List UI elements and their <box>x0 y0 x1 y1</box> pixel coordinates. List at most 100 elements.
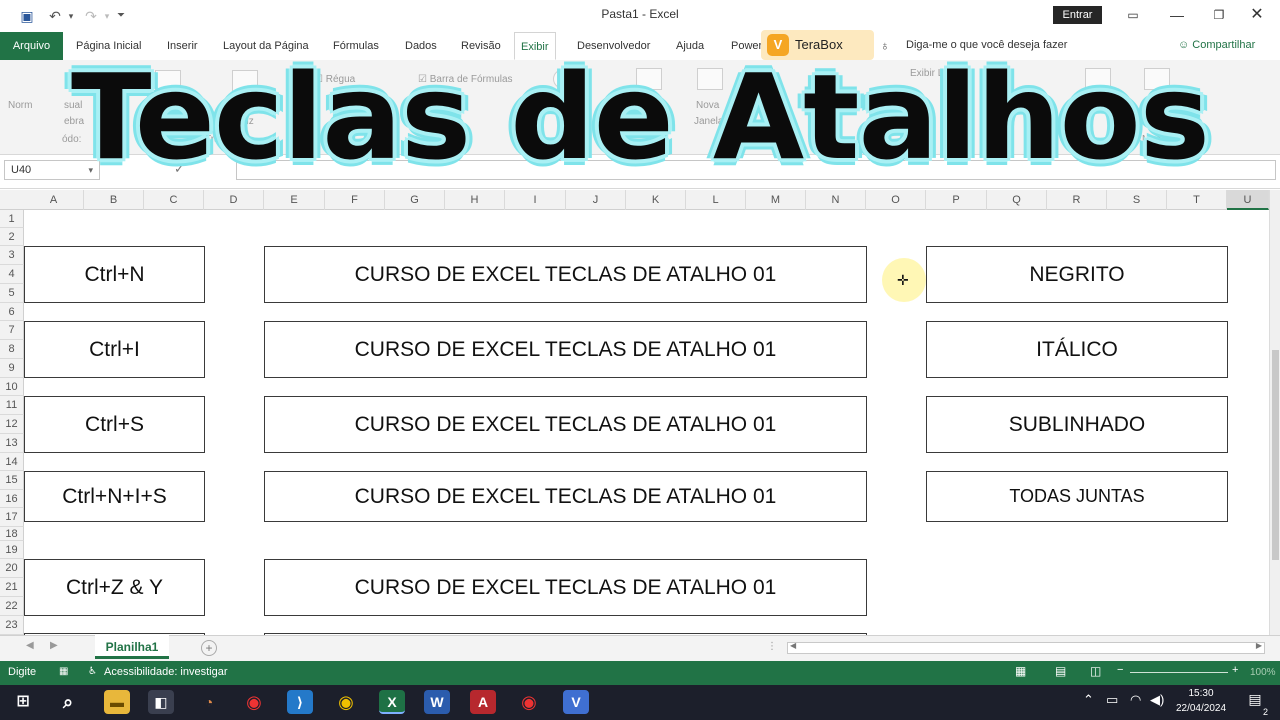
column-header[interactable]: I <box>505 190 566 210</box>
taskbar-clock[interactable]: 15:30 22/04/2024 <box>1166 686 1236 716</box>
windows-start-icon[interactable]: ⊞ <box>10 690 36 714</box>
row-header[interactable]: 4 <box>0 265 24 284</box>
add-sheet-icon[interactable]: + <box>201 640 217 656</box>
minimize-icon[interactable]: — <box>1165 5 1189 25</box>
column-header[interactable]: Q <box>987 190 1047 210</box>
row-header[interactable]: 5 <box>0 284 24 303</box>
column-header[interactable]: K <box>626 190 686 210</box>
row-header[interactable]: 1 <box>0 210 24 228</box>
file-explorer-icon[interactable]: ▬ <box>104 690 130 714</box>
wifi-icon[interactable]: ◠ <box>1130 692 1141 708</box>
chrome-icon[interactable]: ◉ <box>333 690 359 714</box>
column-header[interactable]: E <box>264 190 325 210</box>
search-icon[interactable]: ⌕ <box>55 690 81 714</box>
column-header[interactable]: G <box>385 190 445 210</box>
page-layout-view-icon[interactable]: ▤ <box>1055 664 1066 678</box>
column-header[interactable]: R <box>1047 190 1107 210</box>
close-icon[interactable]: ✕ <box>1245 5 1269 25</box>
shortcut-keys-cell[interactable]: Ctrl+N <box>24 246 205 303</box>
row-header[interactable]: 12 <box>0 415 24 434</box>
signin-button[interactable]: Entrar <box>1053 6 1102 24</box>
row-header[interactable]: 7 <box>0 321 24 340</box>
shortcut-keys-cell[interactable]: Ctrl+Z & Y <box>24 559 205 616</box>
row-header[interactable]: 3 <box>0 246 24 265</box>
tray-expand-icon[interactable]: ⌃ <box>1083 692 1094 708</box>
ribbon-display-icon[interactable]: ▭ <box>1121 5 1145 25</box>
terabox-icon[interactable]: V <box>563 690 589 714</box>
shortcut-keys-cell[interactable]: Ctrl+I <box>24 321 205 378</box>
row-header[interactable]: 22 <box>0 597 24 616</box>
sample-text-cell[interactable]: CURSO DE EXCEL TECLAS DE ATALHO 01 <box>264 559 867 616</box>
sheet-tab-planilha1[interactable]: Planilha1 <box>95 635 169 659</box>
row-header[interactable]: 14 <box>0 453 24 471</box>
vertical-scrollbar[interactable] <box>1269 190 1280 635</box>
row-header[interactable]: 8 <box>0 340 24 359</box>
column-header[interactable]: N <box>806 190 866 210</box>
effect-label-cell[interactable]: NEGRITO <box>926 246 1228 303</box>
column-header[interactable]: A <box>24 190 84 210</box>
excel-icon[interactable]: X <box>379 690 405 714</box>
zoom-level[interactable]: 100% <box>1250 667 1276 678</box>
restore-icon[interactable]: ❐ <box>1207 5 1231 25</box>
word-icon[interactable]: W <box>424 690 450 714</box>
cell-mode-icon[interactable]: ▦ <box>59 666 68 677</box>
access-icon[interactable]: A <box>470 690 496 714</box>
sample-text-cell[interactable]: CURSO DE EXCEL TECLAS DE ATALHO 01 <box>264 396 867 453</box>
effect-label-cell[interactable]: ITÁLICO <box>926 321 1228 378</box>
volume-icon[interactable]: ◀) <box>1150 692 1164 708</box>
zoom-slider[interactable] <box>1130 672 1228 673</box>
column-header[interactable]: P <box>926 190 987 210</box>
sample-text-cell[interactable]: CURSO DE EXCEL TECLAS DE ATALHO 01 <box>264 246 867 303</box>
more-options-icon[interactable]: ⋮ <box>767 641 777 652</box>
effect-label-cell[interactable]: TODAS JUNTAS <box>926 471 1228 522</box>
normal-view-icon[interactable]: ▦ <box>1015 664 1026 678</box>
vscode-icon[interactable]: ⟩ <box>287 690 313 714</box>
row-header[interactable]: 6 <box>0 303 24 321</box>
effect-label-cell[interactable]: SUBLINHADO <box>926 396 1228 453</box>
row-header[interactable]: 10 <box>0 378 24 396</box>
scroll-thumb[interactable] <box>1272 350 1279 560</box>
sample-text-cell[interactable]: CURSO DE EXCEL TECLAS DE ATALHO 01 <box>264 471 867 522</box>
row-header[interactable]: 17 <box>0 508 24 527</box>
column-header[interactable]: B <box>84 190 144 210</box>
row-header[interactable]: 23 <box>0 616 24 635</box>
column-header[interactable]: S <box>1107 190 1167 210</box>
shortcut-keys-cell[interactable]: Ctrl+S <box>24 396 205 453</box>
row-header[interactable]: 15 <box>0 471 24 490</box>
column-header[interactable]: F <box>325 190 385 210</box>
record-icon[interactable]: ◉ <box>241 690 267 714</box>
sheet-prev-icon[interactable]: ◀ <box>26 640 34 651</box>
column-header[interactable]: U <box>1227 190 1269 210</box>
column-header[interactable]: O <box>866 190 926 210</box>
record-icon[interactable]: ◉ <box>516 690 542 714</box>
scroll-left-icon[interactable]: ◀ <box>790 641 796 650</box>
sample-text-cell[interactable]: CURSO DE EXCEL TECLAS DE ATALHO 01 <box>264 321 867 378</box>
scroll-right-icon[interactable]: ▶ <box>1256 641 1262 650</box>
store-icon[interactable]: ◧ <box>148 690 174 714</box>
column-header[interactable]: H <box>445 190 505 210</box>
column-header[interactable]: C <box>144 190 204 210</box>
row-header[interactable]: 13 <box>0 434 24 453</box>
accessibility-icon[interactable]: ♿ <box>88 666 97 677</box>
row-header[interactable]: 16 <box>0 490 24 508</box>
row-header[interactable]: 18 <box>0 527 24 541</box>
horizontal-scrollbar[interactable]: ◀ ▶ <box>787 641 1265 654</box>
row-header[interactable]: 11 <box>0 396 24 415</box>
zoom-in-icon[interactable]: + <box>1232 664 1238 676</box>
sheet-next-icon[interactable]: ▶ <box>50 640 58 651</box>
shortcut-keys-cell[interactable]: Ctrl+N+I+S <box>24 471 205 522</box>
row-header[interactable]: 21 <box>0 578 24 597</box>
row-header[interactable]: 2 <box>0 228 24 246</box>
accessibility-status[interactable]: Acessibilidade: investigar <box>104 666 228 678</box>
column-header[interactable]: M <box>746 190 806 210</box>
network-icon[interactable]: ▭ <box>1106 692 1118 708</box>
app-icon[interactable]: ◔ <box>196 690 222 714</box>
column-header[interactable]: L <box>686 190 746 210</box>
column-header[interactable]: J <box>566 190 626 210</box>
zoom-out-icon[interactable]: − <box>1117 664 1123 676</box>
row-header[interactable]: 9 <box>0 359 24 378</box>
notification-icon[interactable]: ▤ 2 <box>1244 691 1268 717</box>
page-break-view-icon[interactable]: ◫ <box>1090 664 1101 678</box>
row-header[interactable]: 19 <box>0 541 24 559</box>
column-header[interactable]: T <box>1167 190 1227 210</box>
